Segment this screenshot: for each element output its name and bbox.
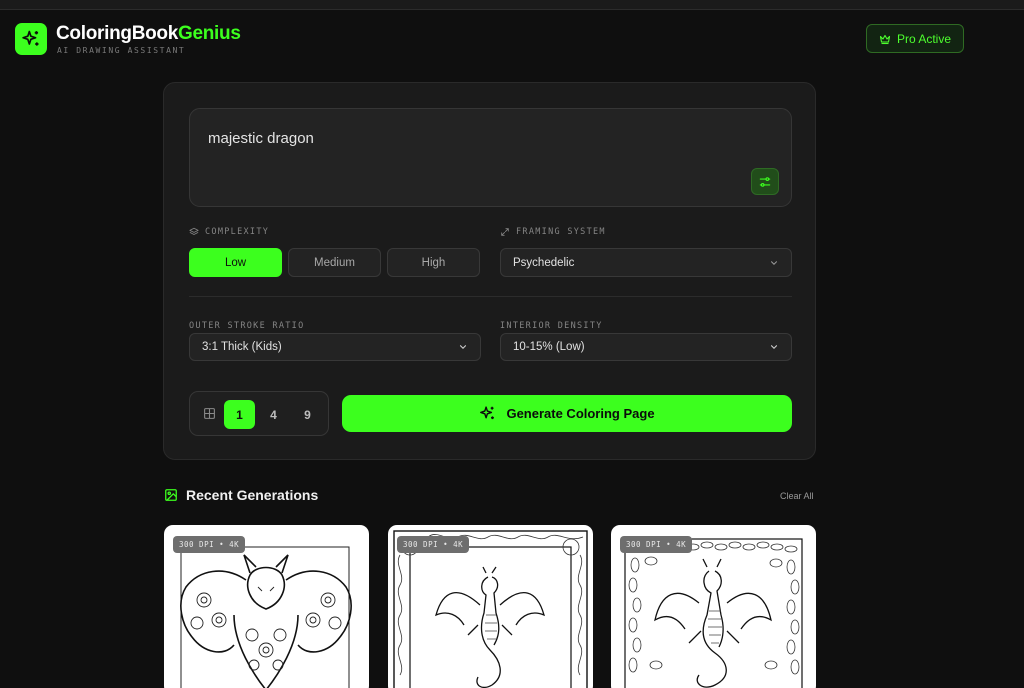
outer-stroke-select-value: 3:1 Thick (Kids) bbox=[202, 341, 282, 353]
brand-tagline: AI DRAWING ASSISTANT bbox=[57, 46, 186, 55]
resolution-badge: 300 DPI • 4K bbox=[620, 536, 693, 553]
logo[interactable] bbox=[15, 23, 47, 55]
app-header: ColoringBookGenius AI DRAWING ASSISTANT … bbox=[0, 11, 1024, 67]
chevron-down-icon bbox=[770, 345, 778, 350]
recent-generations-title: Recent Generations bbox=[186, 487, 319, 503]
prompt-text[interactable]: majestic dragon bbox=[208, 130, 314, 147]
generation-thumbnail[interactable]: 300 DPI • 4K bbox=[611, 525, 816, 688]
section-divider bbox=[189, 296, 792, 297]
outer-stroke-label: OUTER STROKE RATIO bbox=[189, 321, 305, 331]
count-option-1[interactable]: 1 bbox=[224, 400, 255, 429]
framing-label: FRAMING SYSTEM bbox=[500, 227, 606, 237]
layers-icon bbox=[189, 227, 199, 235]
resolution-badge: 300 DPI • 4K bbox=[397, 536, 470, 553]
framing-label-text: FRAMING SYSTEM bbox=[516, 227, 606, 237]
generate-button-label: Generate Coloring Page bbox=[506, 406, 655, 421]
sparkles-icon bbox=[22, 30, 39, 46]
chevron-down-icon bbox=[771, 260, 777, 265]
generate-button[interactable]: Generate Coloring Page bbox=[342, 395, 792, 432]
image-count-selector: 1 4 9 bbox=[189, 391, 329, 436]
grid-icon bbox=[204, 408, 215, 419]
interior-density-label: INTERIOR DENSITY bbox=[500, 321, 603, 331]
pro-status-badge[interactable]: Pro Active bbox=[866, 24, 964, 53]
image-icon bbox=[165, 489, 177, 501]
count-option-4[interactable]: 4 bbox=[258, 400, 289, 429]
framing-select-value: Psychedelic bbox=[513, 256, 575, 269]
brand-name: ColoringBookGenius bbox=[56, 23, 241, 45]
recent-generations-heading: Recent Generations bbox=[164, 487, 318, 503]
resolution-badge: 300 DPI • 4K bbox=[173, 536, 246, 553]
complexity-high-button[interactable]: High bbox=[387, 248, 480, 277]
count-option-9[interactable]: 9 bbox=[292, 400, 323, 429]
complexity-low-button[interactable]: Low bbox=[189, 248, 282, 277]
expand-icon bbox=[501, 228, 509, 236]
generation-thumbnail[interactable]: 300 DPI • 4K bbox=[388, 525, 593, 688]
generator-card: majestic dragon COMPLEXITY Low Medium Hi… bbox=[163, 82, 816, 460]
crown-icon bbox=[879, 34, 891, 44]
framing-select[interactable]: Psychedelic bbox=[500, 248, 792, 277]
brand-part-2: Genius bbox=[178, 23, 241, 44]
interior-density-select-value: 10-15% (Low) bbox=[513, 341, 585, 353]
brand-part-1: ColoringBook bbox=[56, 23, 178, 44]
complexity-medium-button[interactable]: Medium bbox=[288, 248, 381, 277]
chevron-down-icon bbox=[459, 345, 467, 350]
pro-status-label: Pro Active bbox=[896, 31, 952, 46]
sparkles-icon bbox=[480, 406, 495, 420]
complexity-label: COMPLEXITY bbox=[189, 227, 269, 237]
generation-thumbnail[interactable]: 300 DPI • 4K bbox=[164, 525, 369, 688]
interior-density-select[interactable]: 10-15% (Low) bbox=[500, 333, 792, 361]
window-top-bar bbox=[0, 0, 1024, 10]
prompt-settings-button[interactable] bbox=[751, 168, 779, 195]
clear-all-button[interactable]: Clear All bbox=[780, 491, 814, 501]
complexity-label-text: COMPLEXITY bbox=[205, 227, 270, 237]
outer-stroke-select[interactable]: 3:1 Thick (Kids) bbox=[189, 333, 481, 361]
sliders-icon bbox=[759, 176, 771, 187]
prompt-input[interactable]: majestic dragon bbox=[189, 108, 792, 207]
